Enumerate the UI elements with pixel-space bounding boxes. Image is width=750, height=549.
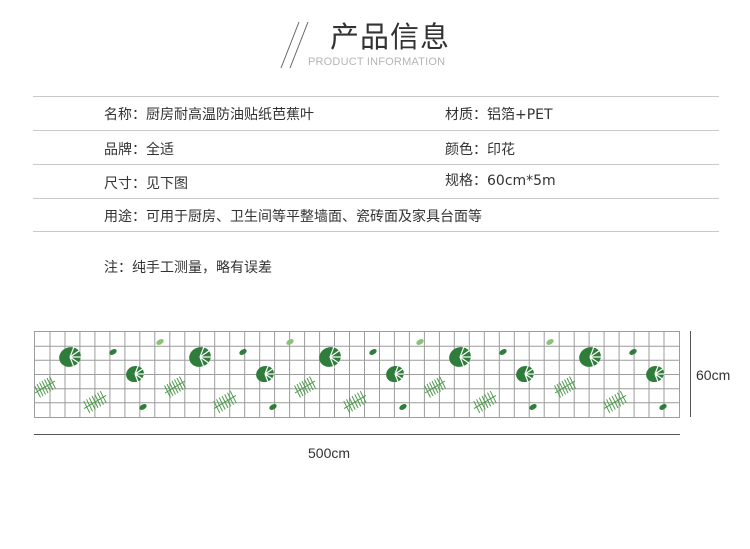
- spec-color: 颜色：印花: [445, 142, 515, 158]
- table-divider: [33, 164, 719, 165]
- fern-leaf-icon: [343, 390, 367, 414]
- monstera-leaf-icon: [516, 364, 535, 384]
- fern-leaf-icon: [213, 390, 237, 414]
- small-leaf-icon: [629, 349, 637, 355]
- fern-leaf-icon: [164, 376, 186, 398]
- measurement-note: 注：纯手工测量，略有误差: [104, 260, 272, 276]
- monstera-leaf-icon: [126, 364, 145, 384]
- table-divider: [33, 130, 719, 131]
- product-strip-illustration: [34, 331, 680, 418]
- monstera-leaf-icon: [386, 364, 405, 384]
- spec-dimensions: 规格：60cm*5m: [445, 173, 556, 189]
- fern-leaf-icon: [603, 390, 627, 414]
- height-label: 60cm: [696, 367, 731, 383]
- height-dimension-line: [690, 331, 691, 417]
- fern-leaf-icon: [294, 376, 316, 398]
- small-leaf-icon: [529, 404, 537, 410]
- table-divider: [33, 231, 719, 232]
- fern-leaf-icon: [473, 390, 497, 414]
- page-title: 产品信息: [330, 20, 451, 54]
- fern-leaf-icon: [554, 376, 576, 398]
- page-subtitle: PRODUCT INFORMATION: [308, 56, 446, 68]
- title-slash-decoration: [280, 21, 309, 69]
- small-leaf-icon: [399, 404, 407, 410]
- fern-leaf-icon: [34, 376, 56, 398]
- small-leaf-icon: [269, 404, 277, 410]
- monstera-leaf-icon: [579, 345, 602, 369]
- small-leaf-icon: [416, 339, 424, 345]
- small-leaf-icon: [546, 339, 554, 345]
- small-leaf-icon: [659, 404, 667, 410]
- spec-name: 名称：厨房耐高温防油贴纸芭蕉叶: [104, 107, 314, 123]
- spec-size: 尺寸：见下图: [104, 176, 188, 192]
- monstera-leaf-icon: [256, 364, 275, 384]
- small-leaf-icon: [156, 339, 164, 345]
- monstera-leaf-icon: [319, 345, 342, 369]
- small-leaf-icon: [369, 349, 377, 355]
- leaf-tile-pattern: [34, 332, 679, 417]
- fern-leaf-icon: [424, 376, 446, 398]
- width-dimension-line: [34, 434, 680, 435]
- table-divider: [33, 198, 719, 199]
- width-label: 500cm: [308, 445, 351, 461]
- table-divider: [33, 96, 719, 97]
- fern-leaf-icon: [83, 390, 107, 414]
- spec-usage: 用途：可用于厨房、卫生间等平整墙面、瓷砖面及家具台面等: [104, 209, 482, 225]
- spec-brand: 品牌：全适: [104, 142, 174, 158]
- monstera-leaf-icon: [646, 364, 665, 384]
- spec-material: 材质：铝箔+PET: [445, 107, 553, 123]
- monstera-leaf-icon: [189, 345, 212, 369]
- small-leaf-icon: [239, 349, 247, 355]
